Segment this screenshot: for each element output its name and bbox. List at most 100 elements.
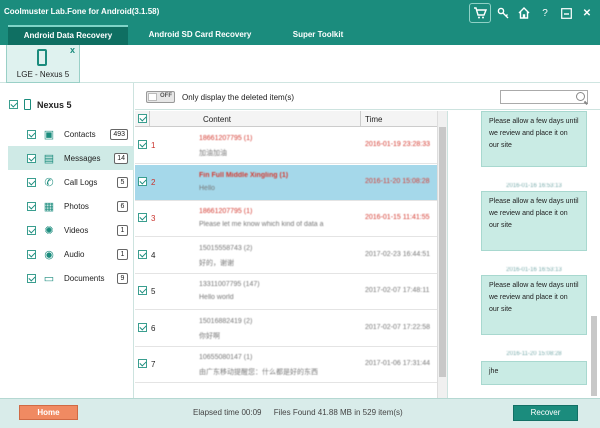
sidebar-item-label: Audio [64,249,85,259]
message-contact: Fin Full Middle Xingling (1) [199,171,289,179]
message-time: 2017-02-07 17:48:11 [365,287,430,294]
root-checkbox[interactable] [9,100,18,109]
row-number: 4 [151,250,156,260]
message-contact: 18661207795 (1) [199,208,253,215]
scrollbar-thumb[interactable] [591,316,597,396]
minimize-icon[interactable] [557,4,575,22]
sidebar-item-videos[interactable]: ✺ Videos 1 [8,218,134,242]
message-preview: 你好啊 [199,332,220,340]
message-contact: 13311007795 (147) [199,281,260,288]
item-count: 5 [117,177,128,188]
message-bubble: jhe [481,361,587,385]
toggle-knob [148,93,157,101]
deleted-only-toggle[interactable]: OFF [146,91,175,103]
message-time: 2017-02-07 17:22:58 [365,323,430,331]
item-count: 1 [117,225,128,236]
sidebar-item-photos[interactable]: ▦ Photos 6 [8,194,134,218]
table-row[interactable]: 4 15015558743 (2) 好的，谢谢 2017-02-23 16:44:51 [135,237,437,274]
deleted-only-label: Only display the deleted item(s) [182,93,295,102]
message-bubble: Please allow a few days until we review … [481,191,587,251]
table-row[interactable]: 3 18661207795 (1) Please let me know which… [135,201,437,237]
message-preview: 加油加油 [199,150,227,157]
scrollbar-thumb[interactable] [439,127,446,377]
row-number: 1 [151,141,156,150]
phone-icon: ✆ [44,176,54,189]
column-separator [149,111,150,127]
row-checkbox[interactable] [138,249,147,259]
sidebar-item-call-logs[interactable]: ✆ Call Logs 5 [8,170,134,194]
help-icon[interactable]: ? [536,4,554,22]
item-checkbox[interactable] [27,153,36,163]
preview-scrollbar[interactable] [591,111,597,398]
row-checkbox[interactable] [138,286,147,295]
item-checkbox[interactable] [27,225,36,235]
scan-status: Elapsed time 00:09 Files Found 41.88 MB … [193,408,403,417]
item-count: 14 [114,153,128,164]
sidebar-item-label: Photos [64,201,89,211]
row-checkbox[interactable] [138,176,147,186]
table-row[interactable]: 5 13311007795 (147) Hello world 2017-02-07 … [135,274,437,310]
item-checkbox[interactable] [27,129,36,139]
message-table: Content Time 1 18661207795 (1) 加油加油 2016-01… [135,111,447,398]
table-row[interactable]: 6 15016882419 (2) 你好啊 2017-02-07 17:22:58 [135,310,437,347]
item-count: 1 [117,249,128,260]
home-icon[interactable] [515,4,533,22]
item-count: 6 [117,201,128,212]
sidebar-item-audio[interactable]: ◉ Audio 1 [8,242,134,266]
message-preview: 由广东移动提醒您：什么都是好的东西 [199,369,318,376]
sidebar-item-label: Documents [64,273,105,283]
row-checkbox[interactable] [138,322,147,332]
select-all-checkbox[interactable] [138,114,147,123]
column-header-time[interactable]: Time [365,115,382,124]
sidebar: Nexus 5 ▣ Contacts 493 ▤ Messages 14 ✆ C… [0,83,134,398]
device-name: LGE - Nexus 5 [16,70,70,79]
row-checkbox[interactable] [138,359,147,368]
sidebar-root[interactable]: Nexus 5 [9,99,72,110]
sidebar-item-contacts[interactable]: ▣ Contacts 493 [8,122,134,146]
item-checkbox[interactable] [27,273,36,283]
sidebar-item-label: Messages [64,153,101,163]
item-checkbox[interactable] [27,177,36,187]
tab-super-toolkit[interactable]: Super Toolkit [278,25,358,45]
home-button[interactable]: Home [19,405,78,420]
close-icon[interactable]: ✕ [578,4,596,22]
table-scrollbar[interactable] [437,111,447,398]
item-count: 493 [110,129,128,140]
column-header-content[interactable]: Content [203,115,231,124]
row-checkbox[interactable] [138,213,147,222]
message-time: 2017-01-06 17:31:44 [365,360,430,367]
message-time: 2017-02-23 16:44:51 [365,250,430,258]
column-separator [360,111,361,127]
conversation-preview: Please allow a few days until we review … [447,111,600,398]
item-checkbox[interactable] [27,201,36,211]
sidebar-item-documents[interactable]: ▭ Documents 9 [8,266,134,290]
recover-button[interactable]: Recover [513,405,578,421]
toggle-state: OFF [160,93,172,99]
tab-android-data-recovery[interactable]: Android Data Recovery [8,25,128,45]
item-checkbox[interactable] [27,249,36,259]
search-input[interactable] [500,90,588,104]
table-header: Content Time [135,111,437,127]
photo-icon: ▦ [43,200,55,213]
title-bar: Coolmuster Lab.Fone for Android(3.1.58) … [0,0,600,25]
video-icon: ✺ [44,224,54,237]
row-number: 2 [151,177,156,187]
message-contact: 18661207795 (1) [199,135,253,142]
close-device-icon[interactable]: x [70,45,75,55]
row-checkbox[interactable] [138,140,147,149]
message-time: 2016-11-20 15:08:28 [365,177,430,185]
table-row[interactable]: 7 10655080147 (1) 由广东移动提醒您：什么都是好的东西 2017-01… [135,347,437,383]
sidebar-item-messages[interactable]: ▤ Messages 14 [8,146,134,170]
search-icon[interactable] [576,92,585,101]
sidebar-item-label: Contacts [64,129,96,139]
message-preview: Hello [199,184,215,192]
message-time: 2016-01-19 23:28:33 [365,141,430,148]
key-icon[interactable] [494,4,512,22]
table-row[interactable]: 2 Fin Full Middle Xingling (1) Hello 2016-1… [135,164,437,201]
device-card[interactable]: x LGE - Nexus 5 [6,45,80,83]
message-preview: 好的，谢谢 [199,259,234,267]
tab-android-sd-card-recovery[interactable]: Android SD Card Recovery [132,25,268,45]
table-row[interactable]: 1 18661207795 (1) 加油加油 2016-01-19 23:28:33 [135,128,437,164]
message-bubble: Please allow a few days until we review … [481,275,587,335]
cart-icon[interactable] [469,3,491,23]
